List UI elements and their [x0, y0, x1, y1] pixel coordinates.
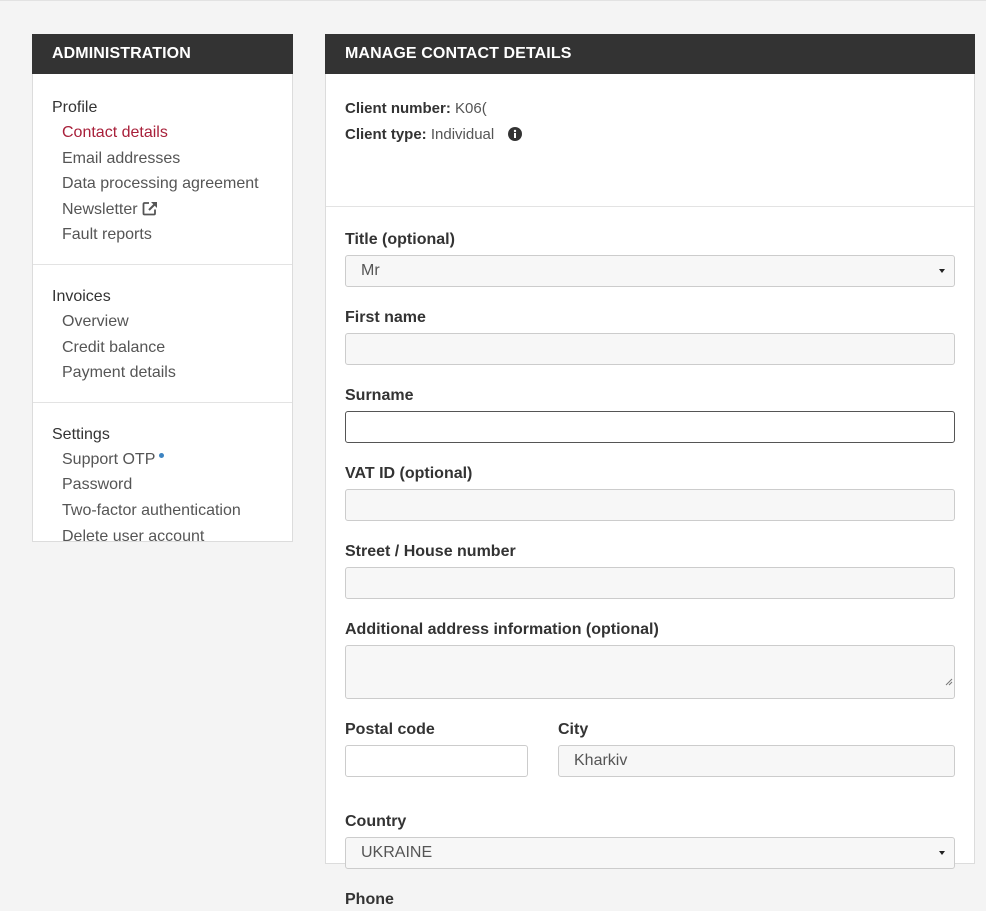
- sidebar-group-title: Settings: [52, 425, 110, 443]
- client-number-value: K06(: [455, 100, 487, 117]
- country-select[interactable]: UKRAINE: [345, 837, 955, 869]
- client-info: Client number: K06( Client type: Individ…: [326, 74, 974, 207]
- client-type-value: Individual: [430, 126, 495, 143]
- postal-code-label: Postal code: [345, 721, 435, 738]
- additional-address-field: Additional address information (optional…: [345, 619, 955, 699]
- postal-code-input[interactable]: [345, 745, 528, 777]
- street-input[interactable]: [345, 567, 955, 599]
- sidebar-item-delete-user-account[interactable]: Delete user account: [52, 526, 292, 548]
- sidebar-group-title: Profile: [52, 99, 98, 116]
- notification-dot-icon: [159, 452, 165, 458]
- sidebar-item-contact-details[interactable]: Contact details: [52, 122, 292, 144]
- postal-code-field: Postal code: [345, 719, 528, 777]
- admin-sidebar: ADMINISTRATION Profile Contact details E…: [32, 34, 293, 545]
- client-type-line: Client type: Individual: [345, 122, 974, 148]
- surname-input[interactable]: [345, 411, 955, 443]
- country-select-value: UKRAINE: [361, 844, 433, 861]
- sidebar-item-payment-details[interactable]: Payment details: [52, 362, 292, 384]
- vat-id-field: VAT ID (optional): [345, 463, 955, 521]
- chevron-down-icon: [939, 851, 945, 855]
- country-label: Country: [345, 813, 407, 830]
- chevron-down-icon: [939, 269, 945, 273]
- first-name-label: First name: [345, 309, 426, 326]
- sidebar-item-newsletter[interactable]: Newsletter: [52, 199, 292, 221]
- country-field: Country UKRAINE: [345, 811, 955, 869]
- panel-title: MANAGE CONTACT DETAILS: [325, 34, 975, 74]
- sidebar-section-profile: Profile Contact details Email addresses …: [33, 74, 292, 265]
- client-number-label: Client number:: [345, 100, 451, 117]
- postal-city-row: Postal code City Kharkiv: [345, 719, 955, 777]
- phone-field: Phone: [345, 889, 954, 911]
- surname-label: Surname: [345, 387, 414, 404]
- sidebar-item-support-otp[interactable]: Support OTP: [52, 449, 292, 471]
- city-label: City: [558, 721, 589, 738]
- street-field: Street / House number: [345, 541, 955, 599]
- contact-form: Title (optional) Mr First name Surname V…: [326, 207, 974, 911]
- phone-label: Phone: [345, 891, 394, 908]
- additional-address-textarea[interactable]: [345, 645, 955, 699]
- external-link-icon: [142, 201, 158, 223]
- city-field: City Kharkiv: [558, 719, 955, 777]
- info-icon[interactable]: [508, 124, 523, 150]
- sidebar-item-overview[interactable]: Overview: [52, 311, 292, 333]
- sidebar-item-fault-reports[interactable]: Fault reports: [52, 224, 292, 246]
- first-name-input[interactable]: [345, 333, 955, 365]
- sidebar-item-credit-balance[interactable]: Credit balance: [52, 337, 292, 359]
- sidebar-item-data-processing-agreement[interactable]: Data processing agreement: [52, 173, 292, 195]
- additional-address-label: Additional address information (optional…: [345, 621, 659, 638]
- contact-details-panel: MANAGE CONTACT DETAILS Client number: K0…: [325, 34, 975, 908]
- sidebar-group-title: Invoices: [52, 287, 111, 305]
- surname-field: Surname: [345, 385, 955, 443]
- client-number-line: Client number: K06(: [345, 96, 974, 122]
- vat-id-input[interactable]: [345, 489, 955, 521]
- sidebar-section-settings: Settings Support OTP Password Two-factor…: [33, 403, 292, 548]
- title-field: Title (optional) Mr: [345, 229, 955, 287]
- vat-id-label: VAT ID (optional): [345, 465, 473, 482]
- title-select-value: Mr: [361, 262, 380, 279]
- sidebar-item-label: Newsletter: [62, 200, 138, 218]
- sidebar-item-label: Support OTP: [62, 450, 156, 468]
- city-input[interactable]: Kharkiv: [558, 745, 955, 777]
- sidebar-item-two-factor-authentication[interactable]: Two-factor authentication: [52, 500, 292, 522]
- title-label: Title (optional): [345, 231, 455, 248]
- top-border: [0, 0, 986, 1]
- first-name-field: First name: [345, 307, 955, 365]
- client-type-label: Client type:: [345, 126, 427, 143]
- sidebar-item-email-addresses[interactable]: Email addresses: [52, 148, 292, 170]
- sidebar-section-invoices: Invoices Overview Credit balance Payment…: [33, 265, 292, 403]
- street-label: Street / House number: [345, 543, 516, 560]
- resize-grip-icon[interactable]: [945, 667, 953, 697]
- title-select[interactable]: Mr: [345, 255, 955, 287]
- sidebar-header: ADMINISTRATION: [32, 34, 293, 74]
- sidebar-item-password[interactable]: Password: [52, 474, 292, 496]
